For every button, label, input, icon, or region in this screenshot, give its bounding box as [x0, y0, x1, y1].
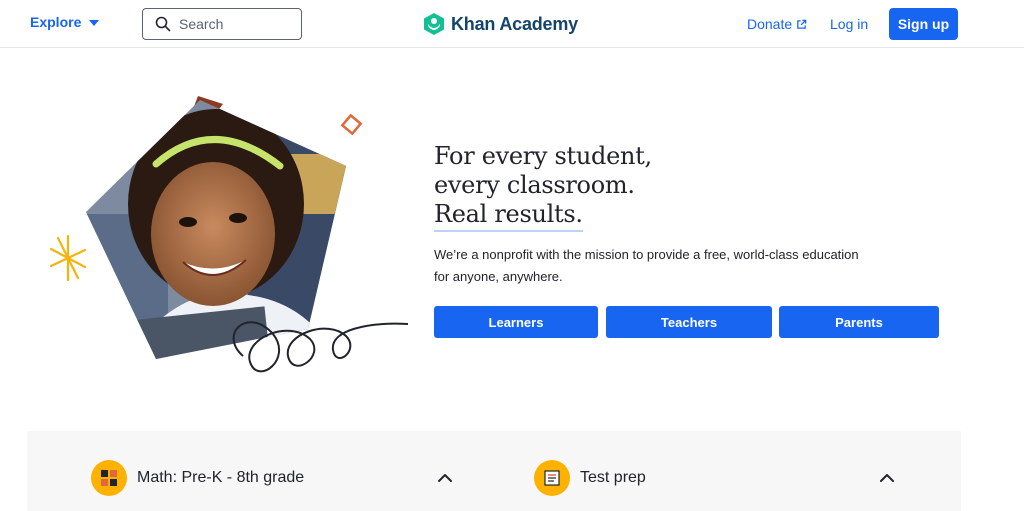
search-icon [155, 16, 171, 32]
test-prep-icon [534, 460, 570, 496]
khan-academy-logo[interactable]: Khan Academy [423, 12, 578, 36]
donate-link[interactable]: Donate [747, 16, 807, 32]
math-blocks-icon [91, 460, 127, 496]
learners-button[interactable]: Learners [434, 306, 598, 338]
diamond-decoration [340, 113, 363, 136]
headline-line-1: For every student, [434, 142, 652, 170]
search-input[interactable] [179, 16, 289, 32]
logo-text: Khan Academy [451, 13, 578, 34]
khan-hexagon-icon [424, 13, 444, 35]
chevron-up-icon[interactable] [877, 468, 897, 488]
signup-button[interactable]: Sign up [889, 8, 958, 40]
login-link[interactable]: Log in [830, 16, 868, 32]
explore-label: Explore [30, 14, 82, 30]
parents-button[interactable]: Parents [779, 306, 939, 338]
explore-menu[interactable]: Explore [30, 14, 100, 30]
headline-line-2: every classroom. [434, 171, 635, 199]
course-math-label: Math: Pre-K - 8th grade [137, 469, 305, 486]
chevron-up-icon[interactable] [435, 468, 455, 488]
headline-line-3: Real results. [434, 200, 583, 232]
course-math[interactable]: Math: Pre-K - 8th grade [91, 460, 304, 496]
hero-illustration [49, 96, 409, 373]
hero-headline: For every student, every classroom. Real… [434, 142, 652, 232]
top-nav: Explore Khan Academy Donate Log in Sign … [0, 0, 1024, 48]
search-box[interactable] [142, 8, 302, 40]
hero-subtext: We’re a nonprofit with the mission to pr… [434, 247, 859, 284]
teachers-button[interactable]: Teachers [606, 306, 772, 338]
star-decoration [49, 234, 87, 282]
donate-label: Donate [747, 16, 793, 32]
course-test-prep[interactable]: Test prep [534, 460, 646, 496]
caret-down-icon [89, 20, 100, 26]
course-test-prep-label: Test prep [580, 469, 646, 486]
external-link-icon [797, 19, 807, 29]
